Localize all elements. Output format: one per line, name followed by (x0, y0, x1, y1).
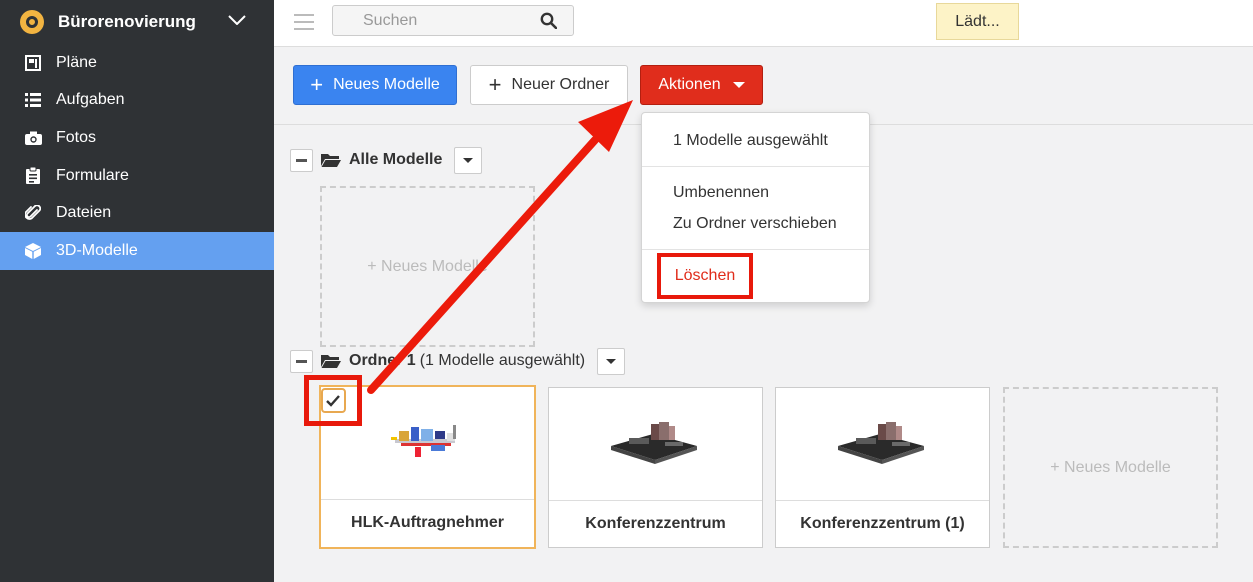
menu-item-rename[interactable]: Umbenennen (673, 184, 769, 202)
actions-menu: 1 Modelle ausgewählt Umbenennen Zu Ordne… (641, 112, 870, 303)
collapse-toggle[interactable] (290, 148, 313, 172)
folder-open-icon (321, 154, 341, 167)
topbar: Lädt... (274, 0, 1253, 47)
annotation-highlight-box (304, 375, 362, 426)
menu-selected-info: 1 Modelle ausgewählt (673, 132, 828, 149)
model-title: HLK-Auftragnehmer (351, 514, 504, 531)
sidebar-item-label: 3D-Modelle (56, 241, 138, 259)
model-title: Konferenzzentrum (1) (800, 515, 965, 532)
project-selector[interactable]: Bürorenovierung (0, 0, 274, 44)
model-preview-image (838, 422, 924, 464)
caret-down-icon (606, 358, 617, 364)
model-card[interactable]: Konferenzzentrum (548, 387, 763, 548)
model-thumbnail (549, 388, 762, 501)
folder-selection-count: (1 Modelle ausgewählt) (419, 352, 586, 369)
cube-icon (24, 242, 42, 260)
sidebar-item-3d-modelle[interactable]: 3D-Modelle (0, 231, 274, 270)
caret-down-icon (732, 82, 745, 88)
sidebar-item-aufgaben[interactable]: Aufgaben (0, 82, 274, 120)
menu-divider (642, 166, 869, 167)
project-logo-icon (20, 10, 44, 34)
list-icon (24, 91, 42, 109)
chevron-down-icon[interactable] (228, 15, 246, 25)
loading-indicator: Lädt... (936, 3, 1019, 40)
model-preview-image (391, 425, 456, 457)
sidebar-item-label: Pläne (56, 53, 97, 71)
search-box[interactable] (332, 5, 574, 36)
sidebar-item-dateien[interactable]: Dateien (0, 194, 274, 232)
new-folder-button[interactable]: + Neuer Ordner (470, 65, 628, 105)
sidebar-item-formulare[interactable]: Formulare (0, 157, 274, 195)
collapse-toggle[interactable] (290, 349, 313, 373)
project-name: Bürorenovierung (58, 12, 196, 31)
model-card[interactable]: Konferenzzentrum (1) (775, 387, 990, 548)
folder-open-icon (321, 355, 341, 368)
plans-icon (24, 54, 42, 72)
plus-icon: + (488, 72, 502, 97)
new-model-placeholder[interactable]: + Neues Modelle (1003, 387, 1218, 548)
menu-divider (642, 249, 869, 250)
menu-item-move[interactable]: Zu Ordner verschieben (673, 215, 837, 233)
paperclip-icon (24, 204, 42, 222)
new-model-button[interactable]: + Neues Modelle (293, 65, 457, 105)
menu-item-delete[interactable]: Löschen (657, 253, 753, 299)
search-icon[interactable] (540, 12, 557, 29)
model-title: Konferenzzentrum (585, 515, 726, 532)
camera-icon (24, 129, 42, 147)
caret-down-icon (463, 157, 474, 163)
actions-button[interactable]: Aktionen (640, 65, 763, 105)
model-thumbnail (776, 388, 989, 501)
new-model-placeholder[interactable]: + Neues Modelle (320, 186, 535, 347)
model-select-checkbox[interactable] (320, 388, 346, 413)
plus-icon: + (310, 72, 324, 97)
folder-name: Alle Modelle (349, 151, 443, 168)
sidebar-item-label: Fotos (56, 128, 97, 146)
model-preview-image (611, 422, 697, 464)
folder-header-ordner-1: Ordner 1 (1 Modelle ausgewählt) (290, 347, 626, 375)
sidebar-item-label: Aufgaben (56, 91, 125, 109)
folder-name: Ordner 1 (349, 352, 416, 369)
menu-icon[interactable] (294, 14, 314, 30)
sidebar: Bürorenovierung Pläne Aufgaben Fotos For… (0, 0, 274, 582)
sidebar-item-label: Formulare (56, 166, 129, 184)
clipboard-icon (24, 167, 42, 185)
search-input[interactable] (363, 11, 533, 30)
folder-header-alle-modelle: Alle Modelle (290, 146, 483, 174)
sidebar-item-plaene[interactable]: Pläne (0, 44, 274, 82)
checkmark-icon (326, 394, 340, 407)
sidebar-item-label: Dateien (56, 204, 112, 222)
sidebar-item-fotos[interactable]: Fotos (0, 119, 274, 157)
folder-options-button[interactable] (597, 347, 626, 375)
folder-options-button[interactable] (454, 146, 483, 174)
